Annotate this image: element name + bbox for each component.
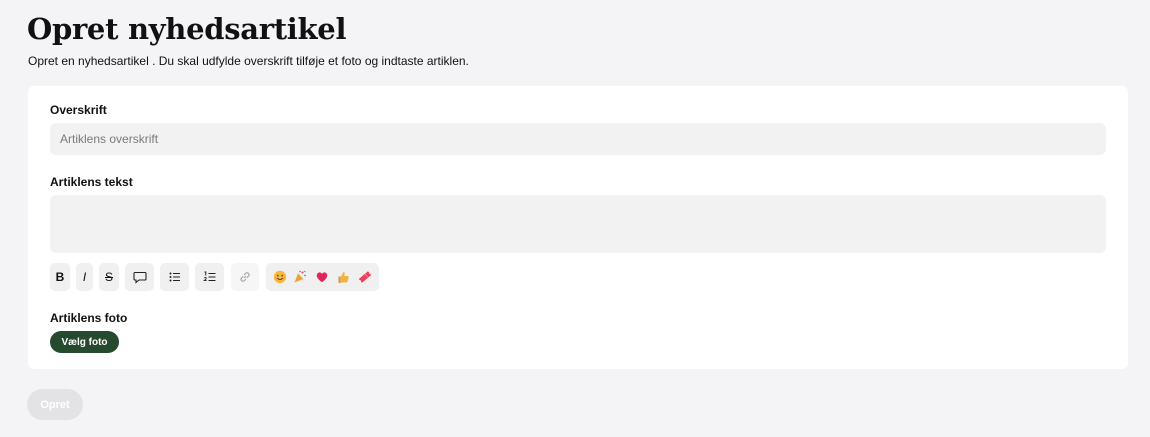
link-icon [240, 272, 250, 282]
bold-button-label: B [55, 270, 65, 284]
photo-label: Artiklens foto [50, 311, 128, 325]
page-title: Opret nyhedsartikel [27, 12, 347, 46]
italic-button-label: I [82, 270, 87, 284]
body-text-editor[interactable] [50, 195, 1106, 253]
body-text-label: Artiklens tekst [50, 175, 133, 189]
smile-emoji-icon[interactable] [273, 270, 287, 284]
thumbs-up-emoji-icon[interactable] [337, 270, 351, 284]
comment-icon [132, 271, 147, 284]
heart-emoji-icon[interactable] [315, 270, 329, 284]
party-popper-emoji-icon[interactable] [293, 270, 307, 284]
choose-photo-button[interactable]: Vælg foto [50, 331, 119, 353]
ticket-emoji-icon[interactable] [358, 270, 372, 284]
italic-button[interactable]: I [76, 263, 93, 291]
emoji-picker-group [266, 263, 379, 291]
strikethrough-button[interactable]: S [99, 263, 119, 291]
comment-button[interactable] [125, 263, 154, 291]
page-subtitle: Opret en nyhedsartikel . Du skal udfylde… [28, 54, 469, 68]
strikethrough-button-label: S [104, 270, 113, 284]
bold-button[interactable]: B [50, 263, 70, 291]
create-article-button-label: Opret [40, 398, 70, 411]
numbered-list-button[interactable] [195, 263, 224, 291]
create-article-button[interactable]: Opret [27, 389, 83, 420]
headline-label: Overskrift [50, 103, 107, 117]
headline-input[interactable] [50, 123, 1106, 155]
link-button[interactable] [231, 263, 259, 291]
bullet-list-icon [169, 272, 180, 282]
article-form-card: Overskrift Artiklens tekst B I S [28, 86, 1128, 369]
choose-photo-button-label: Vælg foto [61, 336, 108, 348]
numbered-list-icon [202, 271, 215, 282]
bullet-list-button[interactable] [160, 263, 189, 291]
